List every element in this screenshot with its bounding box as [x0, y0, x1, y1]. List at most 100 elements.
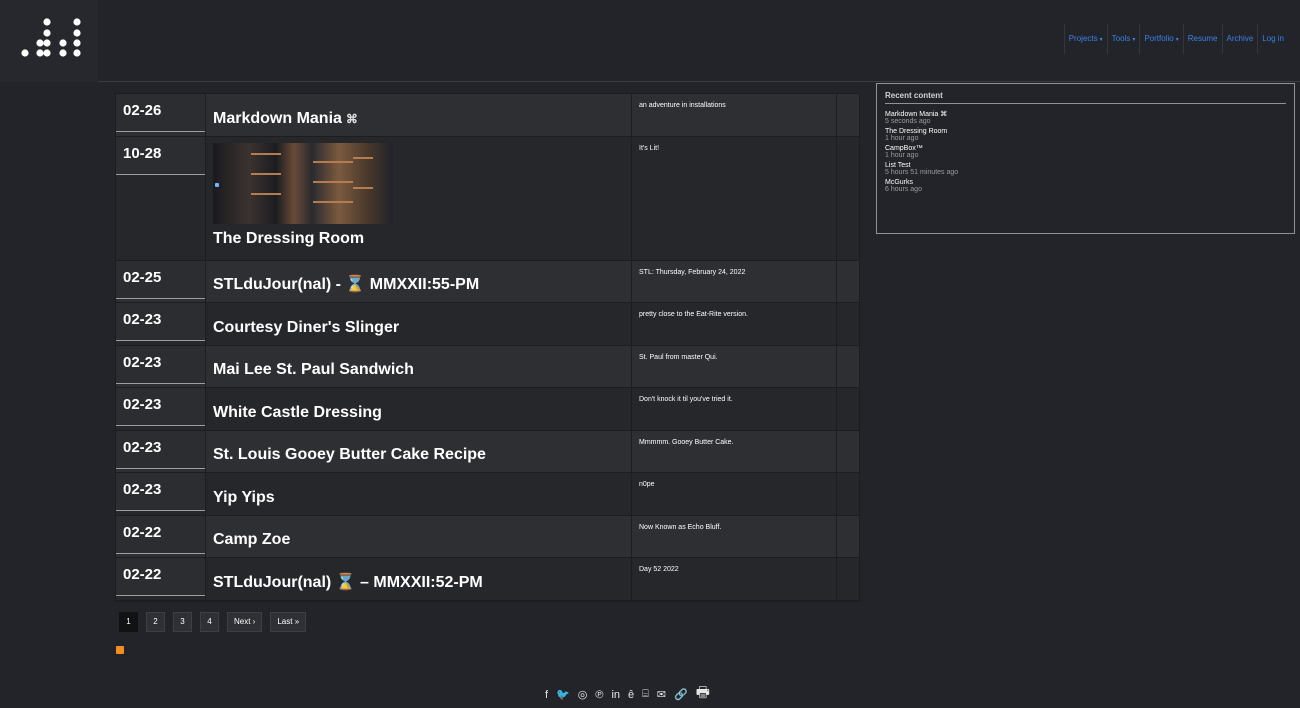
nav-label: Resume	[1187, 34, 1218, 43]
post-title-link[interactable]: Markdown Mania ⌘	[213, 110, 624, 128]
nav-portfolio[interactable]: Portfolio ▾	[1139, 24, 1182, 54]
recent-content-list: Markdown Mania ⌘ 5 seconds ago The Dressin…	[885, 110, 1286, 193]
date-badge: 02-23	[116, 473, 205, 511]
recent-item: Markdown Mania ⌘ 5 seconds ago	[885, 110, 1286, 125]
empty-cell	[837, 261, 859, 303]
post-title: Courtesy Diner's Slinger	[213, 318, 400, 336]
nav-projects[interactable]: Projects ▾	[1063, 24, 1107, 54]
post-title-link[interactable]: STLduJour(nal) - ⌛ MMXXII:55-PM	[213, 274, 624, 294]
title-cell: The Dressing Room	[206, 136, 632, 260]
whatsapp-icon[interactable]: ◎	[578, 688, 588, 701]
post-summary: an adventure in installations	[632, 94, 837, 136]
table-row: 02-22 Camp Zoe Now Known as Echo Bluff.	[116, 515, 859, 558]
title-cell: Yip Yips	[206, 473, 632, 515]
post-title-link[interactable]: St. Louis Gooey Butter Cake Recipe	[213, 446, 624, 464]
recent-item-time: 1 hour ago	[885, 152, 919, 159]
date-cell: 02-22	[116, 515, 206, 557]
post-title: White Castle Dressing	[213, 403, 382, 421]
page-1-button[interactable]: 1	[119, 612, 138, 632]
table-row: 02-23 Courtesy Diner's Slinger pretty clos…	[116, 303, 859, 346]
print-icon[interactable]: 🖶	[696, 682, 710, 707]
nav-archive[interactable]: Archive	[1221, 24, 1258, 54]
post-title: Yip Yips	[213, 488, 275, 506]
page-2-button[interactable]: 2	[146, 612, 165, 632]
caret-down-icon: ▾	[1132, 37, 1136, 43]
thumbnail-shelf	[353, 186, 373, 189]
recent-item-link[interactable]: The Dressing Room	[885, 128, 1286, 135]
empty-cell	[837, 137, 859, 260]
recent-content-block: Recent content Markdown Mania ⌘ 5 seconds…	[876, 83, 1295, 234]
site-logo[interactable]	[0, 0, 98, 82]
empty-cell	[837, 431, 859, 473]
post-title-link[interactable]: Mai Lee St. Paul Sandwich	[213, 361, 624, 379]
nav-tools[interactable]: Tools ▾	[1106, 24, 1140, 54]
thumbnail-shelf	[251, 192, 281, 195]
last-page-button[interactable]: Last »	[270, 612, 307, 632]
email-icon[interactable]: ✉	[657, 688, 666, 701]
evernote-icon[interactable]: ȇ	[628, 689, 634, 701]
pager: 1 2 3 4 Next › Last »	[119, 612, 307, 632]
post-summary: Don't knock it til you've tried it.	[632, 388, 837, 430]
thumbnail-light	[215, 182, 219, 187]
post-title-link[interactable]: Camp Zoe	[213, 531, 624, 549]
recent-item-link[interactable]: McGurks	[885, 179, 1286, 186]
date-badge: 02-25	[116, 260, 205, 299]
post-summary: n0pe	[632, 473, 837, 515]
date-badge: 02-22	[116, 558, 205, 596]
post-summary: Day 52 2022	[632, 558, 837, 600]
page-4-button[interactable]: 4	[200, 612, 219, 632]
title-cell: Courtesy Diner's Slinger	[206, 303, 632, 345]
recent-item: List Test 5 hours 51 minutes ago	[885, 162, 1286, 176]
rss-feed-icon[interactable]	[116, 646, 124, 654]
site-header: Projects ▾ Tools ▾ Portfolio ▾ Resume Archive Lo…	[0, 0, 1300, 82]
title-cell: Camp Zoe	[206, 515, 632, 557]
recent-item-link[interactable]: CampBox™	[885, 145, 1286, 152]
post-title: Markdown Mania	[213, 109, 342, 127]
pinterest-icon[interactable]: ℗	[595, 689, 603, 701]
title-cell: STLduJour(nal) - ⌛ MMXXII:55-PM	[206, 260, 632, 302]
post-title: STLduJour(nal) ⌛ – MMXXII:52-PM	[213, 573, 483, 591]
post-summary: pretty close to the Eat-Rite version.	[632, 303, 837, 345]
post-title-link[interactable]: Courtesy Diner's Slinger	[213, 319, 624, 337]
facebook-icon[interactable]: f	[545, 689, 548, 701]
date-cell: 02-23	[116, 473, 206, 515]
pocket-icon[interactable]: ⌸	[642, 688, 649, 701]
nav-label: Portfolio	[1144, 34, 1174, 43]
recent-item: McGurks 6 hours ago	[885, 179, 1286, 193]
thumbnail-shelf	[251, 152, 281, 155]
date-cell: 02-23	[116, 303, 206, 345]
twitter-icon[interactable]: 🐦	[556, 688, 570, 701]
page-3-button[interactable]: 3	[173, 612, 192, 632]
post-title-link[interactable]: The Dressing Room	[213, 230, 624, 248]
table-row: 02-23 St. Louis Gooey Butter Cake Recipe M…	[116, 430, 859, 473]
date-badge: 02-23	[116, 430, 205, 469]
post-title: The Dressing Room	[213, 229, 365, 247]
recent-item-link[interactable]: List Test	[885, 162, 1286, 169]
nav-log-in[interactable]: Log in	[1257, 24, 1288, 54]
post-summary: St. Paul from master Qui.	[632, 345, 837, 387]
post-summary: Now Known as Echo Bluff.	[632, 515, 837, 557]
post-thumbnail[interactable]	[213, 142, 393, 224]
recent-item-link[interactable]: Markdown Mania ⌘	[885, 110, 1286, 118]
recent-content-title: Recent content	[885, 91, 1286, 104]
date-cell: 10-28	[116, 136, 206, 260]
post-title-link[interactable]: White Castle Dressing	[213, 404, 624, 422]
date-badge: 02-26	[116, 94, 205, 132]
linkedin-icon[interactable]: in	[611, 689, 620, 701]
nav-resume[interactable]: Resume	[1182, 24, 1222, 54]
link-icon[interactable]: 🔗	[674, 688, 688, 701]
date-badge: 02-23	[116, 388, 205, 426]
date-cell: 02-26	[116, 94, 206, 136]
nav-label: Projects	[1068, 34, 1098, 43]
date-cell: 02-22	[116, 558, 206, 600]
post-summary: Mmmmm. Gooey Butter Cake.	[632, 430, 837, 472]
post-title-link[interactable]: STLduJour(nal) ⌛ – MMXXII:52-PM	[213, 572, 624, 592]
next-page-button[interactable]: Next ›	[227, 612, 263, 632]
markdown-icon: ⌘	[345, 111, 358, 126]
recent-item: CampBox™ 1 hour ago	[885, 145, 1286, 159]
nav-label: Log in	[1262, 34, 1284, 43]
post-title-link[interactable]: Yip Yips	[213, 489, 624, 507]
empty-cell	[837, 473, 859, 515]
table-row: 02-26 Markdown Mania ⌘ an adventure in inst…	[116, 94, 859, 137]
nav-label: Tools	[1111, 34, 1131, 43]
